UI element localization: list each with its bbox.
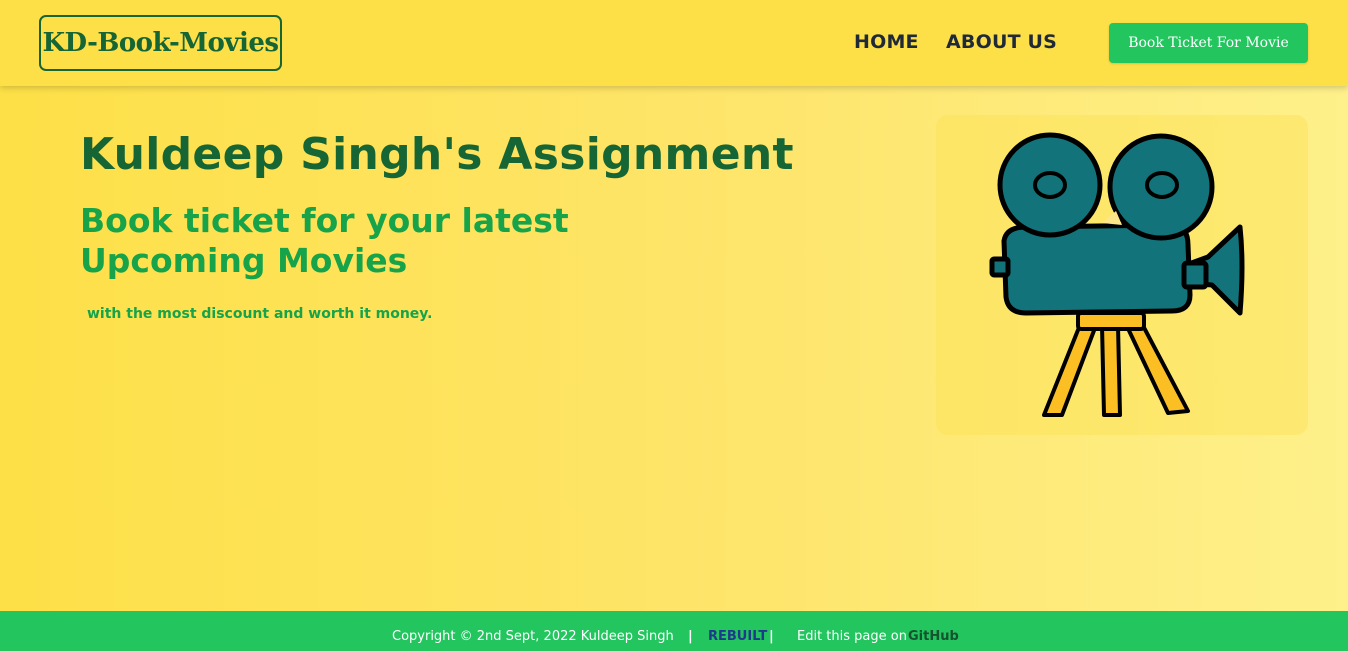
footer-separator: | bbox=[769, 629, 774, 644]
footer-rebuilt-link[interactable]: REBUILT bbox=[708, 629, 767, 644]
navbar: KD-Book-Movies HOME ABOUT US Book Ticket… bbox=[0, 0, 1348, 86]
footer: Copyright © 2nd Sept, 2022 Kuldeep Singh… bbox=[0, 611, 1348, 651]
nav-link-home[interactable]: HOME bbox=[854, 31, 919, 53]
hero-subtitle: Book ticket for your latest Upcoming Mov… bbox=[80, 201, 569, 280]
footer-separator: | bbox=[688, 629, 693, 644]
nav-link-about-us[interactable]: ABOUT US bbox=[946, 31, 1057, 53]
site-logo[interactable]: KD-Book-Movies bbox=[39, 15, 282, 71]
movie-camera-icon bbox=[989, 132, 1245, 417]
hero-image-card bbox=[936, 115, 1308, 435]
book-ticket-button[interactable]: Book Ticket For Movie bbox=[1109, 23, 1308, 63]
footer-copyright: Copyright © 2nd Sept, 2022 Kuldeep Singh bbox=[392, 629, 674, 644]
hero-title: Kuldeep Singh's Assignment bbox=[80, 129, 794, 180]
footer-edit-text: Edit this page on bbox=[797, 629, 907, 644]
footer-github-link[interactable]: GitHub bbox=[908, 629, 959, 644]
hero-description: with the most discount and worth it mone… bbox=[87, 306, 433, 322]
